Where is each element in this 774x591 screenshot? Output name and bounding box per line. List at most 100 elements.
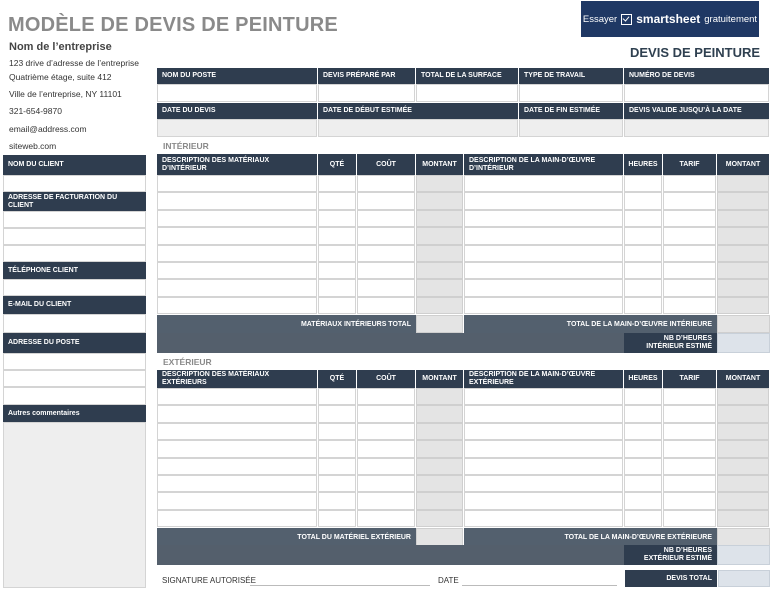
exterior-cell-r4-c3[interactable] [416, 457, 463, 475]
quote-total-value[interactable] [718, 570, 770, 587]
job-address-field-2[interactable] [3, 370, 146, 387]
exterior-labor-total-value[interactable] [717, 528, 770, 546]
interior-cell-r0-c5[interactable] [624, 175, 662, 193]
interior-cell-r3-c3[interactable] [416, 227, 463, 245]
exterior-cell-r4-c5[interactable] [624, 457, 662, 475]
exterior-cell-r1-c6[interactable] [663, 405, 716, 423]
exterior-cell-r2-c4[interactable] [464, 422, 623, 441]
client-billing-field-2[interactable] [3, 228, 146, 245]
client-billing-field-1[interactable] [3, 211, 146, 228]
exterior-cell-r3-c5[interactable] [624, 440, 662, 458]
exterior-cell-r5-c5[interactable] [624, 475, 662, 493]
exterior-cell-r2-c5[interactable] [624, 422, 662, 441]
exterior-cell-r6-c2[interactable] [357, 492, 415, 510]
interior-cell-r3-c2[interactable] [357, 227, 415, 245]
interior-cell-r0-c6[interactable] [663, 175, 716, 193]
interior-cell-r6-c5[interactable] [624, 279, 662, 297]
date-line[interactable] [462, 585, 617, 586]
interior-cell-r7-c0[interactable] [157, 296, 317, 315]
exterior-cell-r4-c6[interactable] [663, 457, 716, 475]
exterior-cell-r6-c0[interactable] [157, 492, 317, 510]
exterior-cell-r5-c3[interactable] [416, 475, 463, 493]
job-row2-field-1[interactable] [318, 119, 518, 137]
exterior-cell-r6-c1[interactable] [318, 492, 356, 510]
interior-cell-r4-c7[interactable] [717, 244, 769, 262]
exterior-cell-r0-c6[interactable] [663, 388, 716, 406]
interior-cell-r5-c0[interactable] [157, 262, 317, 280]
exterior-cell-r4-c0[interactable] [157, 457, 317, 475]
interior-cell-r1-c1[interactable] [318, 192, 356, 210]
exterior-cell-r7-c7[interactable] [717, 509, 769, 528]
interior-cell-r0-c7[interactable] [717, 175, 769, 193]
signature-line[interactable] [250, 585, 430, 586]
exterior-materials-total-value[interactable] [416, 528, 463, 546]
job-row2-field-2[interactable] [519, 119, 623, 137]
client-name-field[interactable] [3, 175, 146, 192]
interior-cell-r6-c7[interactable] [717, 279, 769, 297]
interior-cell-r4-c3[interactable] [416, 244, 463, 262]
exterior-cell-r5-c0[interactable] [157, 475, 317, 493]
interior-cell-r0-c3[interactable] [416, 175, 463, 193]
client-phone-field[interactable] [3, 279, 146, 296]
client-billing-field-3[interactable] [3, 245, 146, 262]
interior-cell-r4-c4[interactable] [464, 244, 623, 262]
exterior-cell-r3-c2[interactable] [357, 440, 415, 458]
exterior-cell-r1-c0[interactable] [157, 405, 317, 423]
exterior-cell-r4-c1[interactable] [318, 457, 356, 475]
exterior-cell-r2-c3[interactable] [416, 422, 463, 441]
exterior-cell-r2-c1[interactable] [318, 422, 356, 441]
exterior-cell-r2-c6[interactable] [663, 422, 716, 441]
job-row1-field-1[interactable] [318, 84, 415, 102]
exterior-cell-r7-c6[interactable] [663, 509, 716, 528]
exterior-cell-r3-c3[interactable] [416, 440, 463, 458]
job-row1-field-4[interactable] [624, 84, 769, 102]
exterior-cell-r5-c6[interactable] [663, 475, 716, 493]
job-row1-field-2[interactable] [416, 84, 518, 102]
interior-hours-estimated-value[interactable] [717, 333, 770, 353]
interior-cell-r1-c2[interactable] [357, 192, 415, 210]
exterior-cell-r6-c3[interactable] [416, 492, 463, 510]
comments-field[interactable] [3, 422, 146, 588]
client-email-field[interactable] [3, 314, 146, 333]
interior-cell-r2-c4[interactable] [464, 209, 623, 228]
interior-cell-r3-c4[interactable] [464, 227, 623, 245]
interior-cell-r1-c5[interactable] [624, 192, 662, 210]
interior-cell-r6-c3[interactable] [416, 279, 463, 297]
interior-cell-r7-c6[interactable] [663, 296, 716, 315]
exterior-cell-r3-c4[interactable] [464, 440, 623, 458]
interior-cell-r5-c4[interactable] [464, 262, 623, 280]
exterior-cell-r3-c0[interactable] [157, 440, 317, 458]
exterior-cell-r0-c5[interactable] [624, 388, 662, 406]
interior-cell-r0-c1[interactable] [318, 175, 356, 193]
interior-cell-r2-c2[interactable] [357, 209, 415, 228]
interior-cell-r0-c0[interactable] [157, 175, 317, 193]
exterior-cell-r7-c2[interactable] [357, 509, 415, 528]
exterior-cell-r5-c2[interactable] [357, 475, 415, 493]
interior-cell-r7-c3[interactable] [416, 296, 463, 315]
interior-cell-r4-c6[interactable] [663, 244, 716, 262]
exterior-cell-r7-c5[interactable] [624, 509, 662, 528]
exterior-cell-r1-c1[interactable] [318, 405, 356, 423]
exterior-cell-r6-c5[interactable] [624, 492, 662, 510]
interior-cell-r3-c0[interactable] [157, 227, 317, 245]
job-row1-field-3[interactable] [519, 84, 623, 102]
interior-cell-r6-c1[interactable] [318, 279, 356, 297]
job-row1-field-0[interactable] [157, 84, 317, 102]
job-row2-field-3[interactable] [624, 119, 769, 137]
exterior-cell-r6-c7[interactable] [717, 492, 769, 510]
interior-cell-r2-c3[interactable] [416, 209, 463, 228]
interior-cell-r3-c1[interactable] [318, 227, 356, 245]
interior-cell-r1-c4[interactable] [464, 192, 623, 210]
interior-cell-r6-c4[interactable] [464, 279, 623, 297]
job-address-field-1[interactable] [3, 353, 146, 370]
interior-cell-r5-c6[interactable] [663, 262, 716, 280]
interior-cell-r0-c4[interactable] [464, 175, 623, 193]
interior-cell-r7-c1[interactable] [318, 296, 356, 315]
exterior-cell-r2-c0[interactable] [157, 422, 317, 441]
exterior-hours-estimated-value[interactable] [717, 545, 770, 565]
job-row2-field-0[interactable] [157, 119, 317, 137]
exterior-cell-r0-c1[interactable] [318, 388, 356, 406]
interior-cell-r6-c6[interactable] [663, 279, 716, 297]
interior-cell-r5-c2[interactable] [357, 262, 415, 280]
exterior-cell-r5-c4[interactable] [464, 475, 623, 493]
